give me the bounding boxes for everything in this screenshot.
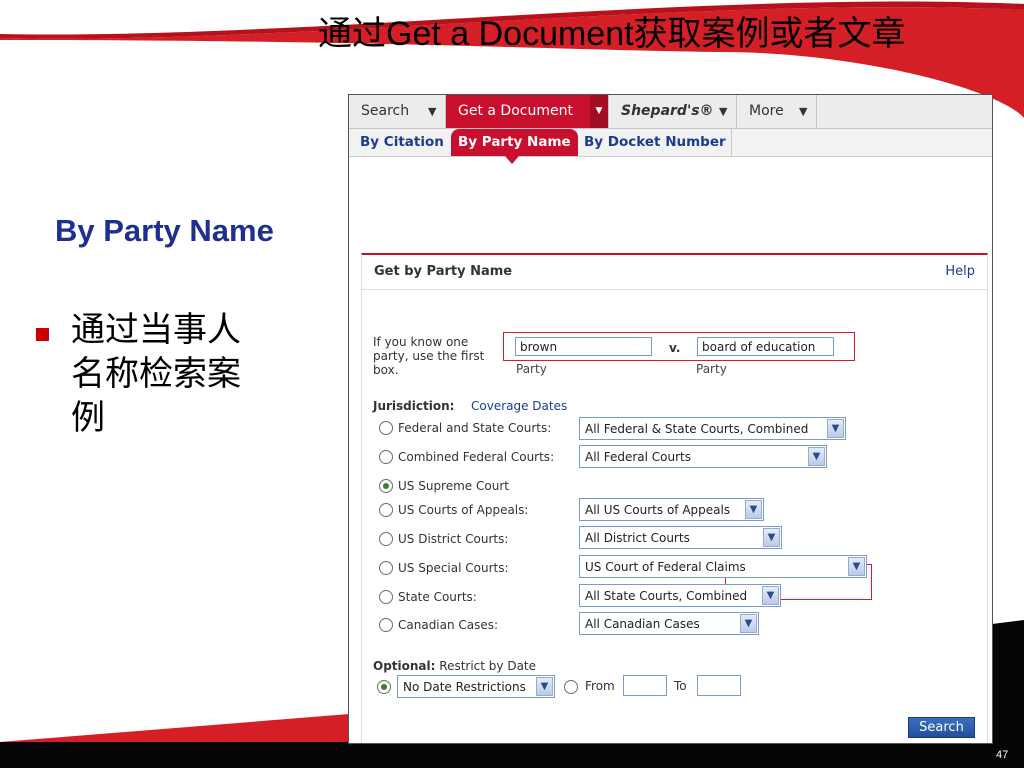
optional-date-label: Optional: Restrict by Date bbox=[373, 659, 537, 673]
page-number: 47 bbox=[996, 749, 1009, 761]
from-date-input[interactable] bbox=[623, 675, 667, 696]
us-district-radio[interactable] bbox=[379, 532, 393, 546]
tab-divider bbox=[731, 129, 732, 156]
lexis-window: Search ▼ Get a Document ▼ Shepard's® ▼ M… bbox=[348, 94, 993, 744]
top-nav-shepards[interactable]: Shepard's® ▼ bbox=[609, 95, 737, 128]
chevron-down-icon: ▼ bbox=[536, 677, 553, 696]
panel-title: Get by Party Name bbox=[374, 264, 513, 279]
side-heading: By Party Name bbox=[55, 213, 274, 248]
date-range-radio[interactable] bbox=[564, 680, 578, 694]
bullet-text: 通过当事人名称检索案例 bbox=[71, 310, 241, 438]
chevron-down-icon: ▼ bbox=[762, 586, 779, 605]
us-district-select[interactable]: All District Courts ▼ bbox=[579, 526, 782, 549]
canadian-cases-select[interactable]: All Canadian Cases ▼ bbox=[579, 612, 759, 635]
chevron-down-icon: ▼ bbox=[740, 614, 757, 633]
us-special-select[interactable]: US Court of Federal Claims ▼ bbox=[579, 555, 867, 578]
chevron-down-icon: ▼ bbox=[719, 105, 728, 118]
chevron-down-icon: ▼ bbox=[745, 500, 762, 519]
from-label: From bbox=[585, 679, 615, 693]
us-appeals-select[interactable]: All US Courts of Appeals ▼ bbox=[579, 498, 764, 521]
chevron-down-icon: ▼ bbox=[428, 105, 437, 118]
state-courts-radio[interactable] bbox=[379, 590, 393, 604]
bullet-item: 通过当事人名称检索案例 bbox=[36, 308, 281, 440]
us-appeals-radio[interactable] bbox=[379, 503, 393, 517]
tab-by-docket-number[interactable]: By Docket Number bbox=[584, 129, 726, 156]
party1-label: Party bbox=[516, 362, 547, 376]
us-supreme-court-radio[interactable] bbox=[379, 479, 393, 493]
versus-label: v. bbox=[669, 341, 681, 355]
tab-by-citation[interactable]: By Citation bbox=[360, 129, 444, 156]
square-bullet-icon bbox=[36, 328, 49, 341]
search-button[interactable]: Search bbox=[908, 717, 975, 738]
top-nav: Search ▼ Get a Document ▼ Shepard's® ▼ M… bbox=[349, 95, 992, 129]
chevron-down-icon: ▼ bbox=[827, 419, 844, 438]
sub-nav: By Citation By Party Name By Docket Numb… bbox=[349, 129, 992, 157]
chevron-down-icon: ▼ bbox=[848, 557, 865, 576]
party1-input[interactable] bbox=[515, 337, 652, 356]
combined-federal-radio[interactable] bbox=[379, 450, 393, 464]
date-restriction-select[interactable]: No Date Restrictions ▼ bbox=[397, 675, 555, 698]
combined-federal-select[interactable]: All Federal Courts ▼ bbox=[579, 445, 827, 468]
slide-title: 通过Get a Document获取案例或者文章 bbox=[318, 15, 906, 53]
jurisdiction-label: Jurisdiction: bbox=[373, 399, 455, 413]
federal-state-select[interactable]: All Federal & State Courts, Combined ▼ bbox=[579, 417, 846, 440]
top-nav-search[interactable]: Search ▼ bbox=[349, 95, 446, 128]
to-label: To bbox=[674, 679, 687, 693]
top-nav-more[interactable]: More ▼ bbox=[737, 95, 817, 128]
state-courts-select[interactable]: All State Courts, Combined ▼ bbox=[579, 584, 781, 607]
to-date-input[interactable] bbox=[697, 675, 741, 696]
chevron-down-icon: ▼ bbox=[799, 105, 808, 118]
tab-by-party-name[interactable]: By Party Name bbox=[451, 129, 578, 156]
panel-header: Get by Party Name Help bbox=[362, 255, 987, 290]
chevron-down-icon: ▼ bbox=[808, 447, 825, 466]
coverage-dates-link[interactable]: Coverage Dates bbox=[471, 399, 567, 413]
no-date-restriction-radio[interactable] bbox=[377, 680, 391, 694]
us-special-radio[interactable] bbox=[379, 561, 393, 575]
canadian-cases-radio[interactable] bbox=[379, 618, 393, 632]
bottom-black-wedge bbox=[992, 620, 1024, 742]
intro-text: If you know one party, use the first box… bbox=[373, 335, 485, 377]
active-tab-pointer bbox=[505, 156, 519, 164]
get-document-dropdown-icon[interactable]: ▼ bbox=[590, 95, 608, 128]
party2-input[interactable] bbox=[697, 337, 834, 356]
party2-label: Party bbox=[696, 362, 727, 376]
chevron-down-icon: ▼ bbox=[763, 528, 780, 547]
help-link[interactable]: Help bbox=[945, 264, 975, 279]
bottom-black-bar bbox=[0, 742, 1024, 768]
top-nav-get-a-document[interactable]: Get a Document bbox=[446, 95, 609, 128]
federal-state-radio[interactable] bbox=[379, 421, 393, 435]
